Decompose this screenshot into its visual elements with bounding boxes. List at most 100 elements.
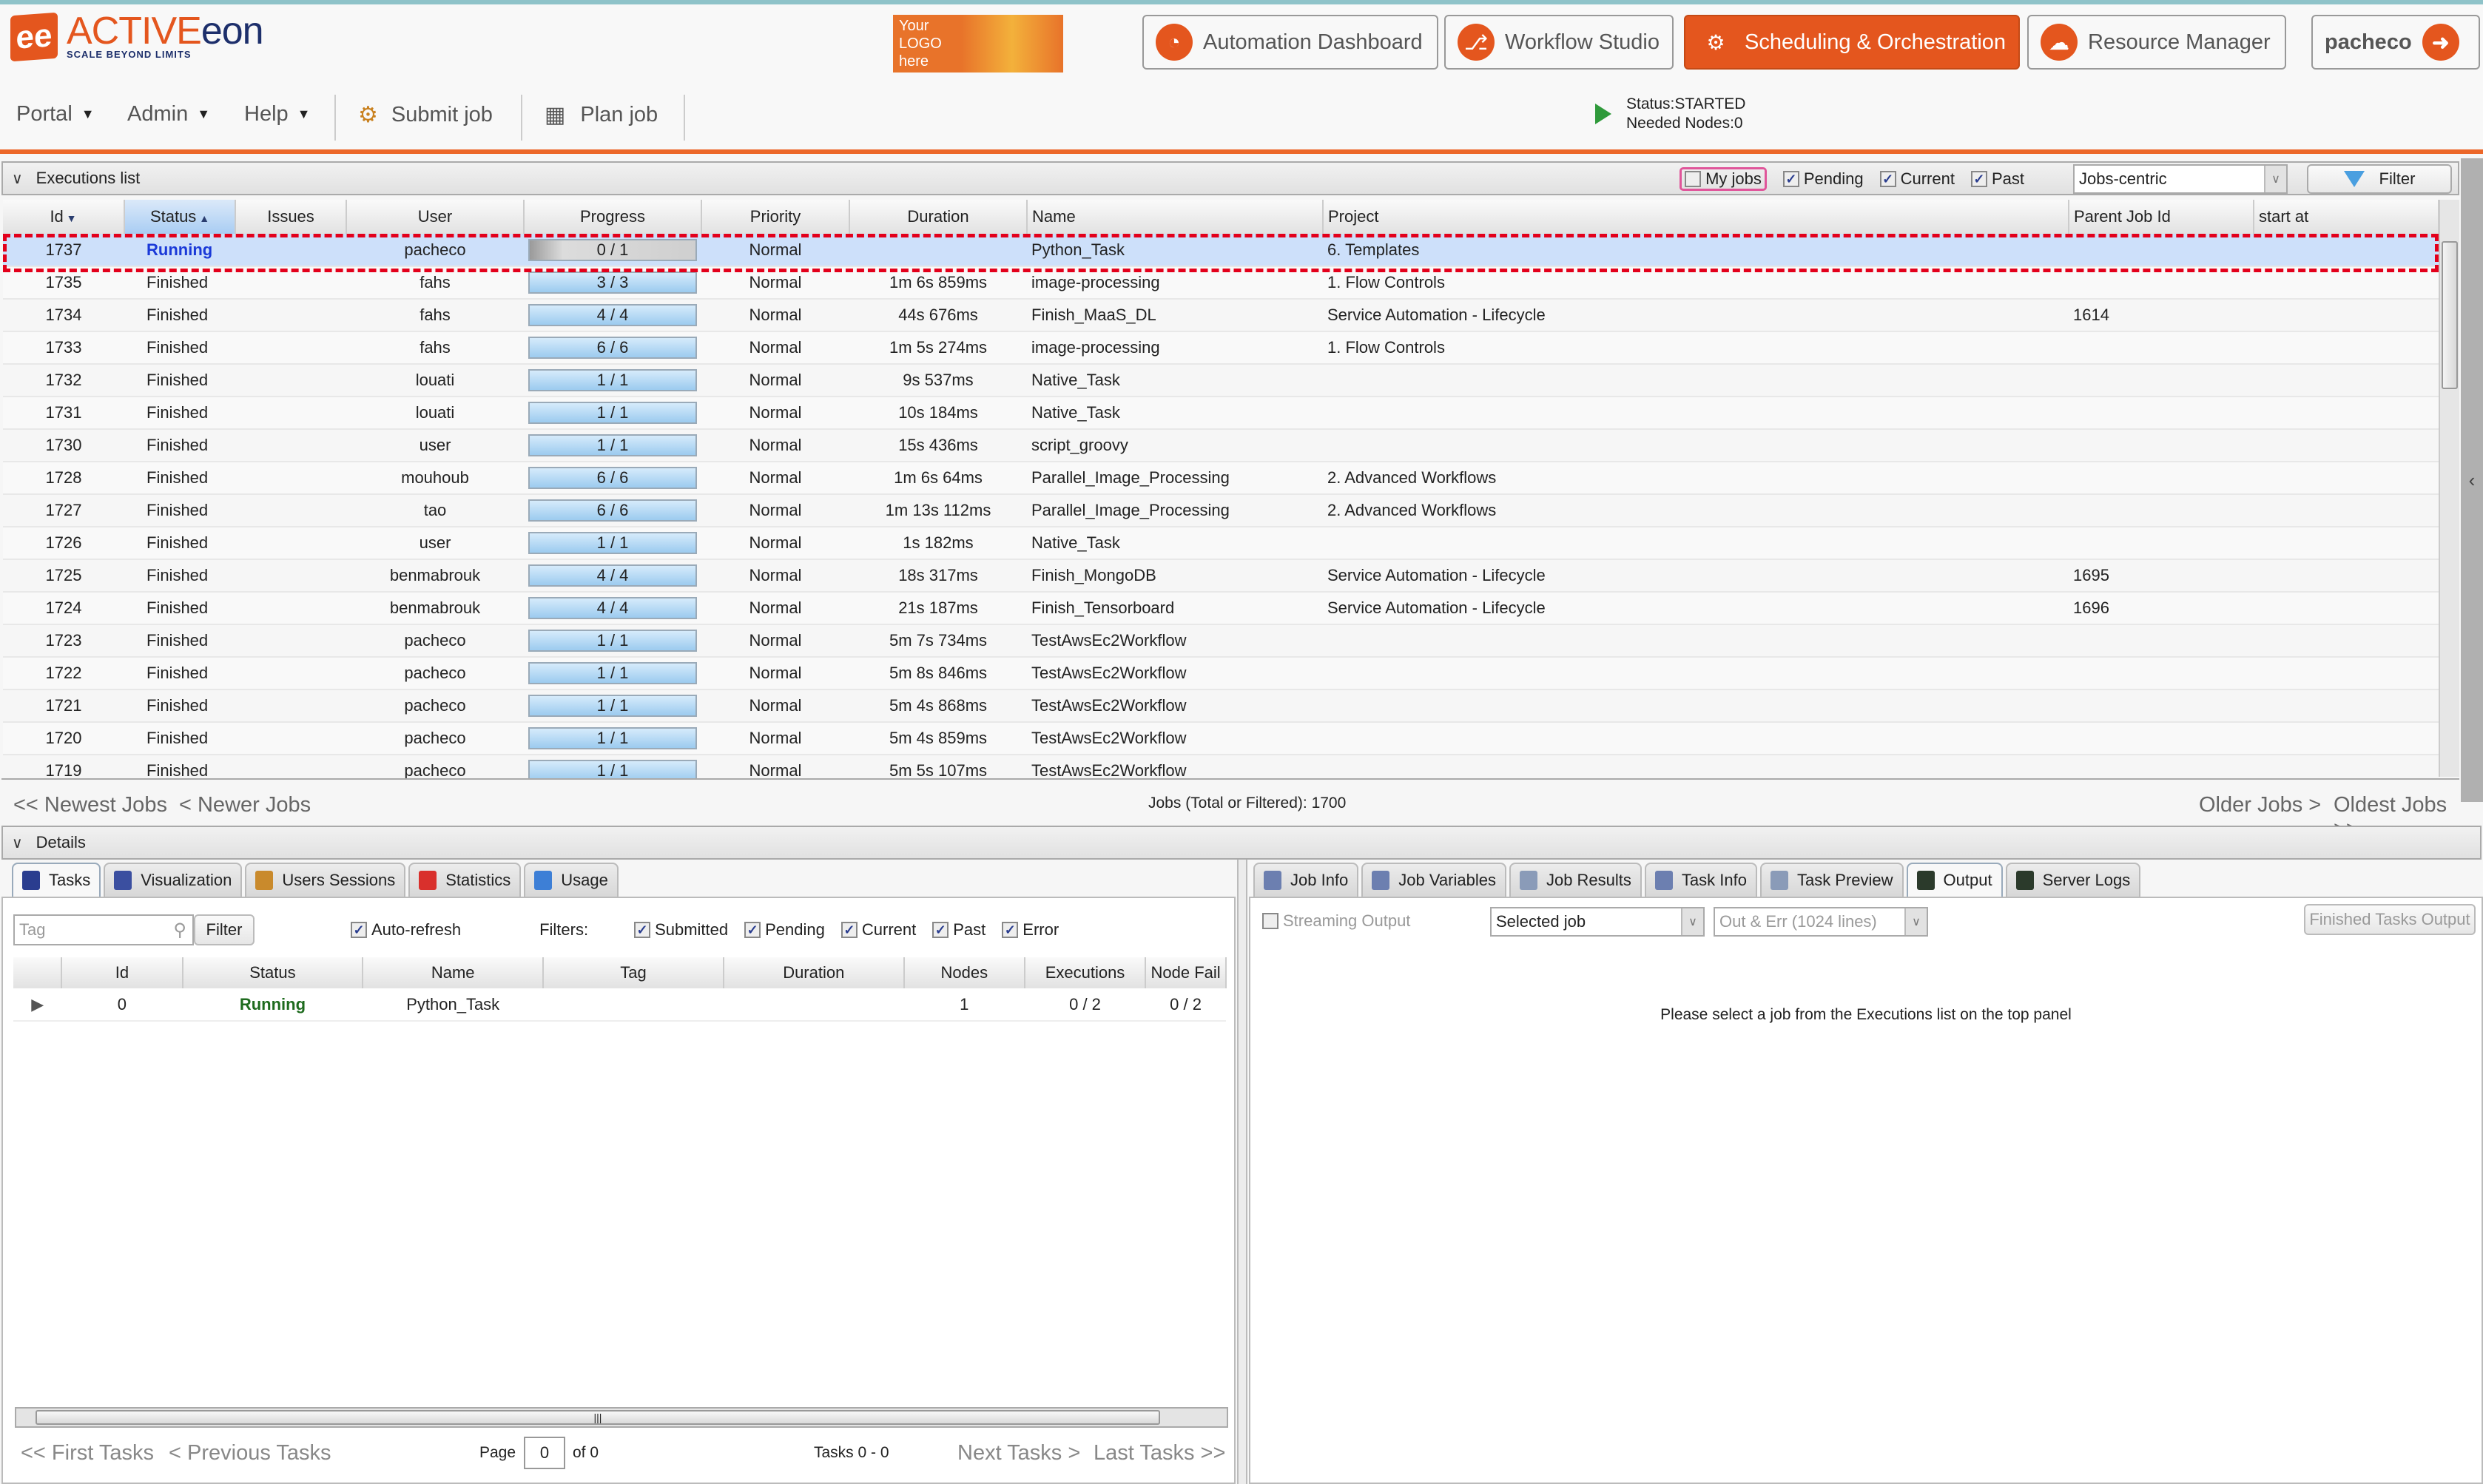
past-checkbox[interactable]: ✓ Past bbox=[1970, 169, 2024, 189]
first-tasks-link[interactable]: << First Tasks bbox=[21, 1441, 154, 1466]
admin-menu[interactable]: Admin ▼ bbox=[127, 102, 210, 127]
nav-workflow-studio[interactable]: ⎇ Workflow Studio bbox=[1444, 15, 1674, 70]
user-logout-button[interactable]: pacheco ➜ bbox=[2311, 15, 2480, 70]
newer-jobs-link[interactable]: < Newer Jobs bbox=[179, 793, 311, 817]
collapse-chevron-icon[interactable]: ∨ bbox=[12, 834, 23, 852]
plan-job-button[interactable]: ▦ Plan job bbox=[545, 102, 658, 128]
filter-past-checkbox[interactable]: ✓ Past bbox=[932, 920, 986, 940]
task-row[interactable]: ▶ 0 Running Python_Task 1 0 / 2 0 / 2 bbox=[13, 988, 1226, 1022]
task-column-name[interactable]: Name bbox=[363, 957, 545, 988]
auto-refresh-checkbox[interactable]: ✓ Auto-refresh bbox=[351, 920, 461, 940]
tag-search-input[interactable]: Tag ⚲ bbox=[13, 914, 194, 945]
table-row[interactable]: 1728 Finished mouhoub 6 / 6 Normal 1m 6s 64ms… bbox=[3, 462, 2439, 495]
task-column-expander[interactable] bbox=[13, 957, 63, 988]
tab-visualization[interactable]: Visualization bbox=[104, 863, 243, 897]
column-header-id[interactable]: Id ▼ bbox=[3, 200, 125, 234]
table-row[interactable]: 1720 Finished pacheco 1 / 1 Normal 5m 4s 859m… bbox=[3, 722, 2439, 755]
filter-error-checkbox[interactable]: ✓ Error bbox=[1002, 920, 1059, 940]
tab-server-logs[interactable]: Server Logs bbox=[2005, 863, 2141, 897]
last-tasks-link[interactable]: Last Tasks >> bbox=[1094, 1441, 1225, 1466]
table-row[interactable]: 1731 Finished louati 1 / 1 Normal 10s 184ms Na… bbox=[3, 397, 2439, 430]
tab-task-preview[interactable]: Task Preview bbox=[1759, 863, 1904, 897]
nav-resource-manager[interactable]: ☁ Resource Manager bbox=[2027, 15, 2286, 70]
task-column-id[interactable]: Id bbox=[61, 957, 183, 988]
executions-list-header[interactable]: ∨ Executions list My jobs ✓ Pending ✓ Curr… bbox=[1, 161, 2459, 195]
tag-filter-button[interactable]: Filter bbox=[194, 914, 255, 945]
tab-usage[interactable]: Usage bbox=[524, 863, 619, 897]
table-row[interactable]: 1725 Finished benmabrouk 4 / 4 Normal 18s 317… bbox=[3, 559, 2439, 593]
current-checkbox[interactable]: ✓ Current bbox=[1879, 169, 1955, 189]
details-header[interactable]: ∨ Details bbox=[1, 826, 2482, 860]
tasks-horizontal-scrollbar[interactable]: ||| bbox=[15, 1407, 1228, 1428]
column-header-project[interactable]: Project bbox=[1323, 200, 2069, 234]
cell-text: Service Automation - Lifecycle bbox=[1327, 566, 1546, 584]
activeeon-logo[interactable]: ee ACTIVEeon SCALE BEYOND LIMITS bbox=[10, 12, 264, 61]
tab-job-variables[interactable]: Job Variables bbox=[1361, 863, 1506, 897]
job-selector[interactable]: Selected job ∨ bbox=[1490, 907, 1705, 937]
table-row[interactable]: 1737 Running pacheco 0 / 1 Normal Python_Task… bbox=[3, 234, 2439, 267]
table-row[interactable]: 1732 Finished louati 1 / 1 Normal 9s 537ms Nat… bbox=[3, 364, 2439, 397]
next-tasks-link[interactable]: Next Tasks > bbox=[957, 1441, 1080, 1466]
table-row[interactable]: 1724 Finished benmabrouk 4 / 4 Normal 21s 187… bbox=[3, 592, 2439, 625]
task-column-status[interactable]: Status bbox=[182, 957, 364, 988]
column-header-name[interactable]: Name bbox=[1027, 200, 1324, 234]
tab-statistics[interactable]: Statistics bbox=[408, 863, 522, 897]
pending-checkbox[interactable]: ✓ Pending bbox=[1782, 169, 1864, 189]
task-column-duration[interactable]: Duration bbox=[723, 957, 905, 988]
my-jobs-checkbox[interactable]: My jobs bbox=[1680, 167, 1767, 191]
column-header-status[interactable]: Status ▲ bbox=[124, 200, 236, 234]
tab-tasks[interactable]: Tasks bbox=[12, 863, 101, 897]
expand-triangle-icon[interactable]: ▶ bbox=[31, 995, 44, 1013]
table-row[interactable]: 1723 Finished pacheco 1 / 1 Normal 5m 7s 734m… bbox=[3, 624, 2439, 658]
finished-tasks-output-button[interactable]: Finished Tasks Output bbox=[2304, 904, 2476, 935]
table-row[interactable]: 1734 Finished fahs 4 / 4 Normal 44s 676ms Fini… bbox=[3, 299, 2439, 332]
expand-cell[interactable]: ▶ bbox=[13, 988, 62, 1022]
column-header-start-at[interactable]: start at bbox=[2254, 200, 2439, 234]
lines-selector[interactable]: Out & Err (1024 lines) ∨ bbox=[1714, 907, 1928, 937]
table-row[interactable]: 1726 Finished user 1 / 1 Normal 1s 182ms Nativ… bbox=[3, 527, 2439, 560]
submit-job-button[interactable]: ⚙ Submit job bbox=[358, 102, 493, 128]
panel-splitter[interactable] bbox=[1237, 860, 1247, 1484]
table-row[interactable]: 1735 Finished fahs 3 / 3 Normal 1m 6s 859ms im… bbox=[3, 266, 2439, 300]
nav-automation-dashboard[interactable]: ◔ Automation Dashboard bbox=[1142, 15, 1438, 70]
portal-menu[interactable]: Portal ▼ bbox=[16, 102, 95, 127]
tab-job-info[interactable]: Job Info bbox=[1253, 863, 1359, 897]
table-row[interactable]: 1730 Finished user 1 / 1 Normal 15s 436ms scri… bbox=[3, 429, 2439, 462]
scroll-thumb[interactable] bbox=[2442, 241, 2458, 389]
table-row[interactable]: 1727 Finished tao 6 / 6 Normal 1m 13s 112ms Pa… bbox=[3, 494, 2439, 527]
view-mode-select[interactable]: Jobs-centric ∨ bbox=[2073, 164, 2288, 194]
column-header-parent-job-id[interactable]: Parent Job Id bbox=[2069, 200, 2254, 234]
help-menu[interactable]: Help ▼ bbox=[244, 102, 310, 127]
task-column-tag[interactable]: Tag bbox=[543, 957, 724, 988]
column-header-user[interactable]: User bbox=[346, 200, 525, 234]
scroll-thumb[interactable]: ||| bbox=[36, 1410, 1160, 1425]
task-column-nodes[interactable]: Nodes bbox=[903, 957, 1025, 988]
streaming-output-checkbox[interactable]: Streaming Output bbox=[1262, 911, 1410, 931]
tab-users-sessions[interactable]: Users Sessions bbox=[245, 863, 406, 897]
cell-start bbox=[2254, 689, 2439, 723]
older-jobs-link[interactable]: Older Jobs > bbox=[2199, 793, 2321, 817]
column-header-duration[interactable]: Duration bbox=[849, 200, 1028, 234]
filter-pending-checkbox[interactable]: ✓ Pending bbox=[744, 920, 825, 940]
nav-scheduling-orchestration[interactable]: ⚙ Scheduling & Orchestration bbox=[1684, 15, 2020, 70]
column-header-priority[interactable]: Priority bbox=[701, 200, 850, 234]
column-header-progress[interactable]: Progress bbox=[524, 200, 702, 234]
filter-button[interactable]: Filter bbox=[2307, 164, 2452, 194]
side-collapse-handle[interactable]: ‹ bbox=[2461, 158, 2483, 802]
filter-submitted-checkbox[interactable]: ✓ Submitted bbox=[634, 920, 728, 940]
tab-job-results[interactable]: Job Results bbox=[1509, 863, 1642, 897]
newest-jobs-link[interactable]: << Newest Jobs bbox=[13, 793, 167, 817]
collapse-chevron-icon[interactable]: ∨ bbox=[12, 169, 23, 188]
table-row[interactable]: 1721 Finished pacheco 1 / 1 Normal 5m 4s 868m… bbox=[3, 689, 2439, 723]
table-row[interactable]: 1733 Finished fahs 6 / 6 Normal 1m 5s 274ms im… bbox=[3, 331, 2439, 365]
column-header-issues[interactable]: Issues bbox=[235, 200, 347, 234]
tab-output[interactable]: Output bbox=[1906, 863, 2003, 897]
table-row[interactable]: 1722 Finished pacheco 1 / 1 Normal 5m 8s 846m… bbox=[3, 657, 2439, 690]
previous-tasks-link[interactable]: < Previous Tasks bbox=[169, 1441, 331, 1466]
executions-scrollbar[interactable] bbox=[2439, 200, 2459, 777]
task-column-executions[interactable]: Executions bbox=[1024, 957, 1147, 988]
page-input[interactable]: 0 bbox=[524, 1437, 565, 1469]
task-column-node-fail[interactable]: Node Fail bbox=[1145, 957, 1227, 988]
filter-current-checkbox[interactable]: ✓ Current bbox=[840, 920, 916, 940]
tab-task-info[interactable]: Task Info bbox=[1644, 863, 1757, 897]
